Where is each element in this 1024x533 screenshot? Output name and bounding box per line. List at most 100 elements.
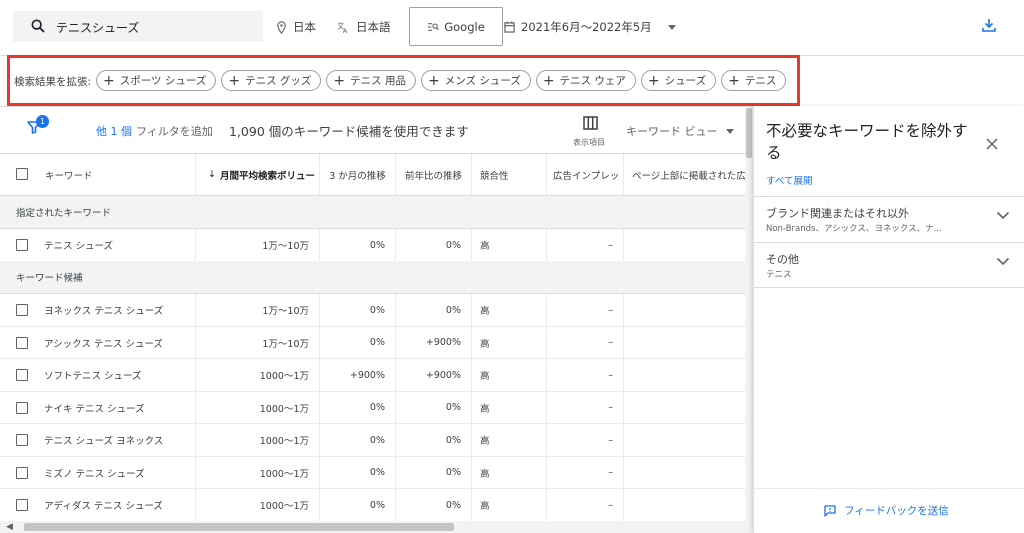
row-checkbox[interactable] [16, 336, 28, 349]
cell-volume: 1万～10万 [196, 229, 320, 261]
date-range-selector[interactable]: 2021年6月〜2022年5月 [504, 18, 676, 36]
panel-title: 不必要なキーワードを除外する [766, 122, 968, 162]
cell-impression: – [547, 294, 624, 326]
chevron-down-icon [996, 257, 1010, 266]
header-volume[interactable]: ↓ 月間平均検索ボリュー [196, 154, 320, 195]
divider [0, 106, 753, 107]
scroll-left-icon[interactable]: ◀ [6, 522, 13, 532]
table-row[interactable]: ヨネックス テニス シューズ 1万～10万 0% 0% 高 – [0, 294, 745, 327]
cell-keyword: ソフトテニス シューズ [44, 359, 196, 391]
cell-top-bid [624, 294, 745, 326]
accordion-brands[interactable]: ブランド関連またはそれ以外 Non-Brands、アシックス、ヨネックス、ナ..… [754, 196, 1024, 242]
send-feedback-button[interactable]: フィードバックを送信 [824, 503, 949, 518]
close-button[interactable] [986, 135, 998, 154]
cell-volume: 1000～1万 [196, 424, 320, 456]
plus-icon: + [333, 72, 346, 89]
table-row[interactable]: ソフトテニス シューズ 1000～1万 +900% +900% 高 – [0, 359, 745, 392]
row-checkbox[interactable] [16, 499, 28, 511]
expand-chip[interactable]: + テニス ウェア [535, 70, 636, 91]
cell-yoy: 0% [396, 391, 472, 424]
plus-icon: + [228, 72, 241, 89]
search-input[interactable]: テニスシューズ [56, 19, 139, 36]
filter-count-badge: 1 [36, 115, 49, 128]
row-checkbox[interactable] [16, 401, 28, 414]
chip-label: テニス [744, 75, 777, 87]
header-competition[interactable]: 競合性 [472, 154, 547, 195]
cell-top-bid [624, 424, 745, 456]
header-top-bid[interactable]: ページ上部に掲載された広 [624, 154, 745, 195]
plus-icon: + [647, 72, 660, 89]
cell-three-month: 0% [320, 424, 396, 456]
cell-yoy: 0% [396, 294, 472, 326]
location-selector[interactable]: 日本 [276, 18, 316, 36]
add-filter-button[interactable]: フィルタを追加 [136, 123, 213, 139]
location-label: 日本 [293, 20, 316, 34]
expand-chip[interactable]: + テニス グッズ [221, 70, 322, 91]
row-checkbox[interactable] [16, 434, 28, 446]
search-engine-label: Google [444, 19, 485, 34]
cell-top-bid [624, 327, 745, 359]
cell-three-month: 0% [320, 489, 396, 521]
accordion-title: ブランド関連またはそれ以外 [766, 207, 909, 220]
expand-chip[interactable]: + スポーツ シューズ [96, 70, 217, 91]
row-checkbox[interactable] [16, 369, 28, 381]
header-label: 広告インプレッ [553, 170, 620, 182]
search-box[interactable]: テニスシューズ [13, 11, 263, 42]
cell-top-bid [624, 392, 745, 424]
expand-chip[interactable]: + テニス [721, 70, 787, 91]
cell-volume: 1万～10万 [196, 294, 320, 326]
header-three-month[interactable]: 3 か月の推移 [320, 154, 396, 195]
translate-icon: 文A [337, 21, 348, 34]
row-checkbox[interactable] [16, 304, 28, 316]
plus-icon: + [542, 72, 555, 89]
cell-impression: – [547, 391, 624, 424]
vertical-scroll-thumb[interactable] [746, 108, 752, 158]
cell-keyword: アシックス テニス シューズ [44, 326, 196, 359]
location-pin-icon [277, 20, 286, 34]
table-header: キーワード ↓ 月間平均検索ボリュー 3 か月の推移 前年比の推移 競合性 広告… [0, 153, 745, 196]
header-label: 月間平均検索ボリュー [219, 170, 315, 182]
chevron-down-icon [996, 211, 1010, 220]
chip-label: スポーツ シューズ [119, 75, 207, 87]
table-row[interactable]: アシックス テニス シューズ 1万～10万 0% +900% 高 – [0, 326, 745, 359]
columns-icon [583, 116, 598, 130]
svg-text:A: A [343, 27, 348, 34]
header-label: ページ上部に掲載された広 [632, 170, 745, 182]
download-button[interactable] [981, 17, 997, 37]
table-row[interactable]: アディダス テニス シューズ 1000～1万 0% 0% 高 – [0, 489, 745, 522]
language-selector[interactable]: 文A 日本語 [337, 18, 391, 36]
view-selector[interactable]: キーワード ビュー [626, 123, 734, 139]
close-icon [986, 138, 998, 150]
language-label: 日本語 [356, 20, 391, 34]
expand-chip[interactable]: + シューズ [640, 70, 717, 91]
vertical-scrollbar[interactable] [745, 107, 753, 533]
cell-yoy: 0% [396, 456, 472, 489]
table-row[interactable]: ミズノ テニス シューズ 1000～1万 0% 0% 高 – [0, 456, 745, 489]
table-row[interactable]: ナイキ テニス シューズ 1000～1万 0% 0% 高 – [0, 391, 745, 424]
table-row[interactable]: テニス シューズ ヨネックス 1000～1万 0% 0% 高 – [0, 424, 745, 457]
chip-label: テニス 用品 [350, 75, 406, 87]
more-filters-link[interactable]: 他 1 個 [96, 123, 132, 139]
columns-button[interactable] [583, 115, 598, 134]
cell-yoy: 0% [396, 229, 472, 261]
cell-yoy: 0% [396, 424, 472, 456]
table-row[interactable]: テニス シューズ 1万～10万 0% 0% 高 – [0, 229, 745, 262]
select-all-checkbox[interactable] [16, 168, 28, 180]
header-keyword[interactable]: キーワード [0, 154, 196, 195]
row-checkbox[interactable] [16, 466, 28, 479]
expand-chip[interactable]: + メンズ シューズ [421, 70, 531, 91]
expand-all-link[interactable]: すべて展開 [766, 173, 812, 187]
cell-keyword: アディダス テニス シューズ [44, 489, 196, 521]
horizontal-scroll-thumb[interactable] [24, 523, 454, 531]
header-label: 前年比の推移 [404, 170, 462, 182]
accordion-other[interactable]: その他 テニス [754, 242, 1024, 288]
cell-top-bid [624, 457, 745, 489]
expand-chip[interactable]: + テニス 用品 [326, 70, 416, 91]
header-yoy[interactable]: 前年比の推移 [396, 154, 472, 195]
expand-chips: + スポーツ シューズ + テニス グッズ + テニス 用品 + メンズ シューズ + テ… [96, 70, 787, 91]
row-checkbox[interactable] [16, 239, 28, 251]
search-icon [30, 18, 46, 38]
header-impression[interactable]: 広告インプレッ [547, 154, 624, 195]
cell-volume: 1000～1万 [196, 391, 320, 424]
search-engine-selector[interactable]: Google [409, 7, 503, 46]
